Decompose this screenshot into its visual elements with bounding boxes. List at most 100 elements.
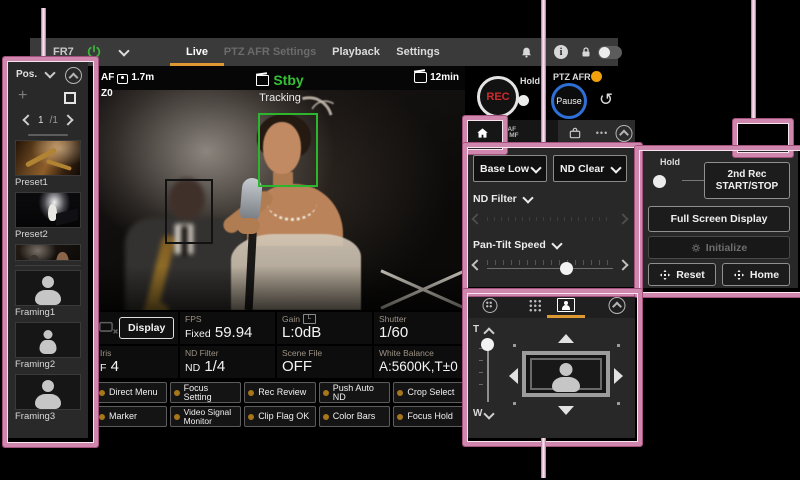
tab-position-grid[interactable]: [529, 292, 542, 318]
assign-dot-icon: [99, 414, 105, 420]
tab-ptz-ball[interactable]: [483, 292, 498, 318]
pad-down-arrow[interactable]: [558, 406, 574, 415]
nd-filter-slider: [473, 210, 627, 228]
gain-value: L:0dB: [282, 324, 367, 342]
power-button[interactable]: [86, 38, 102, 66]
iris-value: 4: [111, 358, 119, 375]
ptz-panel-collapse-button[interactable]: [609, 292, 626, 318]
slider-left-arrow[interactable]: [471, 213, 482, 224]
preset-group-select[interactable]: Pos.: [16, 69, 54, 80]
preset-thumbnail-partial[interactable]: [15, 244, 81, 261]
assign-dot-icon: [174, 414, 180, 420]
base-sensitivity-select[interactable]: Base Low: [473, 155, 547, 182]
assign-clip-flag-ok-button[interactable]: Clip Flag OK: [244, 406, 316, 427]
lock-toggle[interactable]: [598, 38, 622, 66]
framing1-thumbnail[interactable]: [15, 270, 81, 306]
nd-preset-select[interactable]: ND Clear: [553, 155, 627, 182]
framing2-thumbnail[interactable]: [15, 322, 81, 358]
initialize-label: Initialize: [706, 242, 747, 254]
restart-icon[interactable]: ↺: [599, 90, 613, 110]
tab-ptz-afr-settings[interactable]: PTZ AFR Settings: [224, 38, 316, 66]
assign-marker-button[interactable]: Marker: [95, 406, 167, 427]
pad-left-arrow[interactable]: [509, 368, 518, 384]
tab-live[interactable]: Live: [186, 38, 208, 66]
wide-label: W: [473, 408, 482, 419]
zoom-knob[interactable]: [481, 338, 494, 351]
nd-value: 1/4: [204, 358, 225, 375]
list-item[interactable]: Framing3: [15, 374, 81, 423]
preset2-thumbnail[interactable]: [15, 192, 81, 228]
shutter-cell[interactable]: Shutter 1/60: [374, 312, 465, 344]
info-button[interactable]: i: [554, 38, 568, 66]
zoom-tele-arrow[interactable]: [483, 327, 494, 338]
full-screen-display-button[interactable]: Full Screen Display: [648, 206, 790, 232]
iris-cell[interactable]: Iris F 4: [95, 346, 178, 378]
power-menu-chevron[interactable]: [120, 38, 128, 66]
framing3-thumbnail[interactable]: [15, 374, 81, 410]
zoom-track[interactable]: [487, 342, 489, 402]
slider-knob[interactable]: [560, 262, 573, 275]
zoom-wide-arrow[interactable]: [483, 408, 494, 419]
sidebar-collapse-button[interactable]: [65, 67, 82, 84]
initialize-button[interactable]: Initialize: [648, 236, 790, 259]
fps-cell[interactable]: FPS Fixed 59.94: [180, 312, 275, 344]
framing-preview-frame[interactable]: [522, 351, 610, 397]
display-button[interactable]: Display: [119, 317, 174, 339]
page-next-button[interactable]: [62, 114, 73, 125]
page-total: /1: [50, 115, 58, 126]
tab-media[interactable]: [568, 120, 582, 146]
pad-up-arrow[interactable]: [558, 334, 574, 343]
assign-rec-review-button[interactable]: Rec Review: [244, 382, 316, 403]
slider-left-arrow[interactable]: [471, 259, 482, 270]
assign-video-signal-monitor-button[interactable]: Video Signal Monitor: [170, 406, 242, 427]
2nd-rec-button[interactable]: 2nd Rec START/STOP: [704, 162, 790, 199]
pt-reset-button[interactable]: Reset: [648, 263, 716, 286]
tab-others[interactable]: •••: [596, 120, 608, 146]
assign-crop-select-button[interactable]: Crop Select: [393, 382, 465, 403]
slider-right-arrow[interactable]: [617, 259, 628, 270]
assign-direct-menu-button[interactable]: Direct Menu: [95, 382, 167, 403]
tab-playback[interactable]: Playback: [332, 38, 380, 66]
assign-color-bars-button[interactable]: Color Bars: [319, 406, 391, 427]
tab-settings[interactable]: Settings: [396, 38, 439, 66]
preset-pager: 1 /1: [8, 112, 88, 128]
ptz-afr-pause-button[interactable]: Pause: [551, 83, 587, 119]
preset1-thumbnail[interactable]: [15, 140, 81, 176]
list-item[interactable]: Framing1: [15, 270, 81, 319]
tab-af-mf[interactable]: AF MF: [507, 120, 518, 146]
scene-file-cell[interactable]: Scene File OFF: [277, 346, 372, 378]
list-item[interactable]: Preset2: [15, 192, 81, 241]
nd-filter-expander[interactable]: ND Filter: [473, 193, 627, 205]
pan-tilt-speed-slider[interactable]: [473, 256, 627, 274]
assign-focus-hold-button[interactable]: Focus Hold: [393, 406, 465, 427]
tab-audio[interactable]: ♪: [540, 120, 547, 146]
shoot-panel-collapse-button[interactable]: [616, 120, 633, 146]
shutter-label: Shutter: [379, 314, 460, 324]
pad-right-arrow[interactable]: [614, 368, 623, 384]
scene-file-value: OFF: [282, 358, 367, 376]
nd-filter-cell[interactable]: ND Filter ND 1/4: [180, 346, 275, 378]
page-prev-button[interactable]: [22, 114, 33, 125]
slider-right-arrow[interactable]: [617, 213, 628, 224]
topbar-divider: [544, 44, 545, 60]
white-balance-cell[interactable]: White Balance A:5600K,T±0: [374, 346, 465, 378]
gain-cell[interactable]: GainL L:0dB: [277, 312, 372, 344]
pan-tilt-speed-expander[interactable]: Pan-Tilt Speed: [473, 239, 627, 251]
video-monitor: AF 1.7m Z0 Stby Tracking 12min: [95, 66, 465, 310]
assign-push-auto-nd-button[interactable]: Push Auto ND: [319, 382, 391, 403]
notification-button[interactable]: [520, 38, 533, 66]
zoom-slider[interactable]: T W: [473, 322, 499, 430]
assign-focus-setting-button[interactable]: Focus Setting: [170, 382, 242, 403]
pt-home-button[interactable]: Home: [722, 263, 790, 286]
assign-dot-icon: [99, 390, 105, 396]
bag-icon: [568, 126, 582, 140]
list-item[interactable]: Preset1: [15, 140, 81, 189]
stop-square-icon[interactable]: [64, 92, 76, 104]
chevron-down-icon: [530, 162, 541, 173]
rec-button[interactable]: REC: [477, 76, 519, 118]
add-preset-button[interactable]: +: [18, 88, 27, 104]
rec-hold-label: Hold: [520, 76, 540, 86]
list-item[interactable]: Framing2: [15, 322, 81, 371]
assign-dot-icon: [323, 414, 329, 420]
list-item[interactable]: [15, 244, 81, 261]
